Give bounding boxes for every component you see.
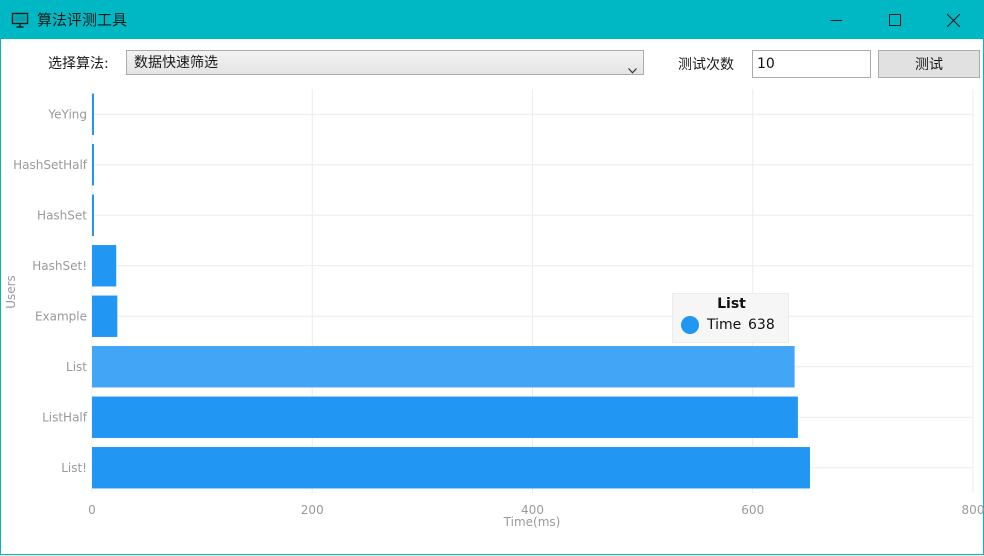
maximize-button[interactable] xyxy=(866,1,924,39)
category-label: HashSet xyxy=(37,208,87,222)
bar-hashset xyxy=(92,245,117,287)
bar-list xyxy=(92,447,811,489)
x-tick-label: 0 xyxy=(88,503,96,517)
bar-example xyxy=(92,295,118,337)
y-axis-title: Users xyxy=(4,275,18,309)
time-bar-chart: 0 200 400 600 800YeYingHashSetHalfHashSetHas… xyxy=(4,89,984,529)
title-bar[interactable]: 算法评测工具 xyxy=(1,1,983,39)
bar-yeying xyxy=(92,93,94,135)
category-label: HashSet! xyxy=(32,259,87,273)
x-axis-title: Time(ms) xyxy=(503,515,561,529)
algorithm-select-value: 数据快速筛选 xyxy=(134,55,218,71)
chevron-down-icon xyxy=(628,59,637,78)
algorithm-label: 选择算法: xyxy=(48,56,109,72)
category-label: List! xyxy=(61,461,87,475)
bar-list xyxy=(92,346,795,388)
bar-hashset xyxy=(92,194,94,236)
iterations-input[interactable] xyxy=(752,50,871,78)
tooltip-series-name: Time xyxy=(707,317,742,333)
window-title: 算法评测工具 xyxy=(37,11,128,29)
close-icon xyxy=(946,13,960,27)
bar-listhalf xyxy=(92,396,798,438)
presentation-monitor-icon xyxy=(11,11,29,29)
chart-tooltip: List Time 638 xyxy=(672,293,789,343)
category-label: List xyxy=(66,360,87,374)
x-tick-label: 800 xyxy=(962,503,984,517)
algorithm-select[interactable]: 数据快速筛选 xyxy=(126,50,644,75)
bar-hashsethalf xyxy=(92,144,94,186)
category-label: YeYing xyxy=(47,107,87,121)
category-label: HashSetHalf xyxy=(13,158,88,172)
minimize-button[interactable] xyxy=(807,1,865,39)
category-label: ListHalf xyxy=(42,410,88,424)
x-tick-label: 200 xyxy=(301,503,324,517)
maximize-icon xyxy=(889,14,901,26)
x-tick-label: 600 xyxy=(741,503,764,517)
tooltip-value: 638 xyxy=(748,317,775,333)
minimize-icon xyxy=(830,14,842,26)
tooltip-title: List xyxy=(717,296,746,312)
close-button[interactable] xyxy=(924,1,982,39)
iterations-label: 测试次数 xyxy=(678,57,734,73)
test-button[interactable]: 测试 xyxy=(878,50,980,78)
series-color-dot xyxy=(681,316,699,334)
category-label: Example xyxy=(35,309,87,323)
app-window: 算法评测工具 选择算法: 数据快速筛选 测试次数 测试 020040060080… xyxy=(0,0,984,555)
